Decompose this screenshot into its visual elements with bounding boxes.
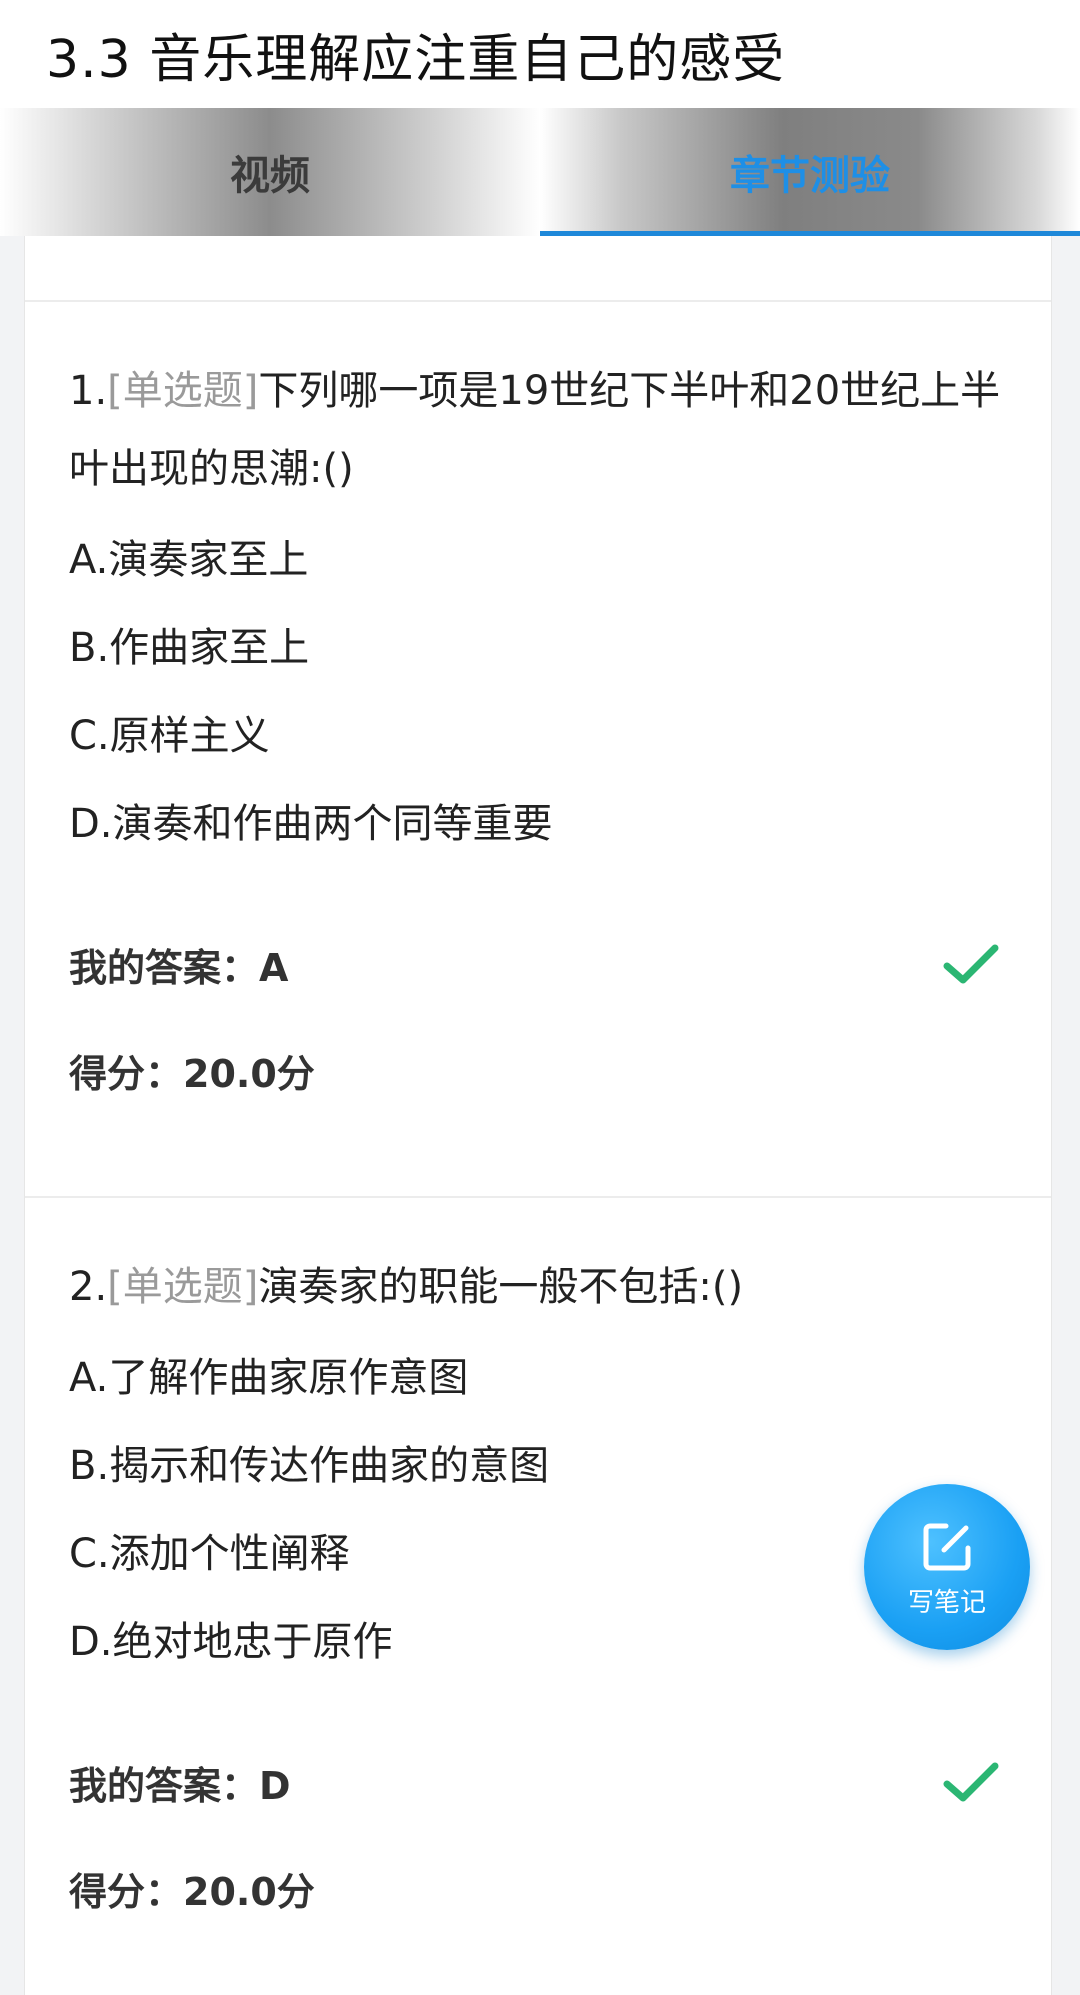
tab-chapter-quiz[interactable]: 章节测验 [540,108,1080,236]
option-d: D.演奏和作曲两个同等重要 [69,801,553,847]
my-answer-label: 我的答案： [69,1763,260,1808]
question-card-1: 1.[单选题]下列哪一项是19世纪下半叶和20世纪上半叶出现的思潮:() A.演… [25,302,1051,1198]
write-note-button[interactable]: 写笔记 [864,1484,1030,1650]
content-top-spacer [25,236,1051,302]
quiz-content: 1.[单选题]下列哪一项是19世纪下半叶和20世纪上半叶出现的思潮:() A.演… [24,236,1052,1995]
correct-check-icon [943,944,999,984]
option-list: A.演奏家至上 B.作曲家至上 C.原样主义 D.演奏和作曲两个同等重要 [69,516,1007,868]
write-note-label: 写笔记 [907,1587,986,1618]
question-title: 1.[单选题]下列哪一项是19世纪下半叶和20世纪上半叶出现的思潮:() [69,302,1007,508]
score-label: 得分： [69,1870,184,1914]
score-label: 得分： [69,1052,184,1096]
tab-video[interactable]: 视频 [0,108,540,236]
header: 3.3 音乐理解应注重自己的感受 [0,0,1080,108]
score-value: 20.0分 [183,1052,315,1096]
score-row: 得分：20.0分 [69,1030,1007,1118]
page-title: 3.3 音乐理解应注重自己的感受 [46,29,786,90]
question-title: 2.[单选题]演奏家的职能一般不包括:() [69,1198,1007,1326]
option-b: B.作曲家至上 [69,625,310,671]
my-answer-label: 我的答案： [69,945,260,990]
score-row: 得分：20.0分 [69,1848,1007,1936]
my-answer-value: A [259,945,289,990]
option-c: C.原样主义 [69,713,270,759]
my-answer: 我的答案：A [69,937,288,992]
tab-bar: 视频 章节测验 [0,108,1080,236]
option-list: A.了解作曲家原作意图 B.揭示和传达作曲家的意图 C.添加个性阐释 D.绝对地… [69,1334,1007,1686]
score-value: 20.0分 [183,1870,315,1914]
edit-note-icon [923,1523,971,1570]
question-type: [单选题] [107,368,259,414]
option-a: A.演奏家至上 [69,537,309,583]
my-answer-value: D [259,1763,291,1808]
question-number: 1. [69,368,108,414]
my-answer-row: 我的答案：A [69,920,1007,1008]
question-type: [单选题] [107,1264,259,1310]
question-text: 演奏家的职能一般不包括:() [258,1264,744,1310]
option-d: D.绝对地忠于原作 [69,1619,393,1665]
my-answer-row: 我的答案：D [69,1738,1007,1826]
option-a: A.了解作曲家原作意图 [69,1355,469,1401]
correct-check-icon [943,1762,999,1802]
option-b: B.揭示和传达作曲家的意图 [69,1443,550,1489]
question-number: 2. [69,1264,108,1310]
my-answer: 我的答案：D [69,1755,291,1810]
